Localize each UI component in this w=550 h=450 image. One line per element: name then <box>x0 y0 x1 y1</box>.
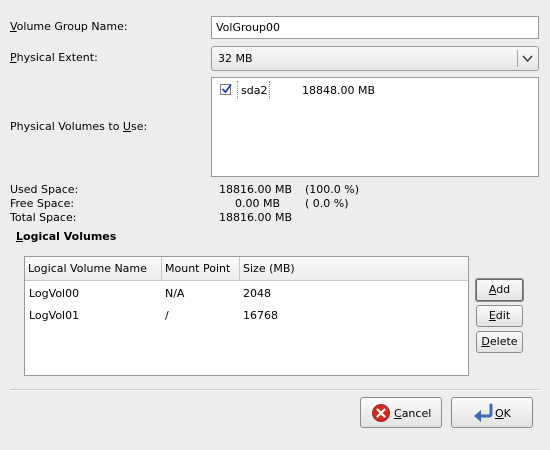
vg-name-label: Volume Group Name: <box>10 20 128 33</box>
chevron-down-icon <box>522 55 533 63</box>
used-space-pct: (100.0 %) <box>305 183 360 196</box>
ok-label: K <box>503 407 511 420</box>
edit-button[interactable]: Edit <box>476 305 523 327</box>
cancel-label: ancel <box>401 407 432 420</box>
pv-device: sda2 <box>241 84 268 97</box>
lv-table[interactable]: Logical Volume Name Mount Point Size (MB… <box>24 256 469 376</box>
pe-dropdown[interactable]: 32 MB <box>211 46 539 71</box>
lv-mount: / <box>165 309 169 322</box>
used-space-label: Used Space: <box>10 183 79 196</box>
add-button[interactable]: Add <box>475 278 524 302</box>
separator <box>10 389 539 391</box>
free-space-value: 0.00 MB <box>235 197 281 210</box>
lv-name: LogVol00 <box>29 287 80 300</box>
checkmark-icon <box>221 83 232 94</box>
lv-col-name-header[interactable]: Logical Volume Name <box>25 257 162 281</box>
lv-mount: N/A <box>165 287 185 300</box>
table-row[interactable]: LogVol01 / 16768 <box>25 305 468 327</box>
lv-size: 16768 <box>243 309 278 322</box>
cancel-icon <box>372 404 390 422</box>
delete-button[interactable]: Delete <box>476 331 523 353</box>
cancel-button[interactable]: Cancel <box>360 397 442 428</box>
vg-name-input[interactable]: VolGroup00 <box>211 16 539 39</box>
pv-label: Physical Volumes to Use: <box>10 120 148 133</box>
table-row[interactable]: LogVol00 N/A 2048 <box>25 283 468 305</box>
pv-list[interactable]: sda2 18848.00 MB <box>211 77 539 177</box>
total-space-value: 18816.00 MB <box>219 211 293 224</box>
pv-size: 18848.00 MB <box>302 84 376 97</box>
ok-button[interactable]: OK <box>451 397 533 428</box>
free-space-pct: ( 0.0 %) <box>305 197 349 210</box>
used-space-value: 18816.00 MB <box>219 183 293 196</box>
pe-label: Physical Extent: <box>10 51 98 64</box>
pe-value: 32 MB <box>218 52 253 65</box>
lv-name: LogVol01 <box>29 309 80 322</box>
total-space-label: Total Space: <box>10 211 77 224</box>
lv-section-title: Logical Volumes <box>16 230 117 243</box>
lv-col-mount-header[interactable]: Mount Point <box>162 257 240 281</box>
enter-arrow-icon <box>474 403 493 422</box>
pv-row[interactable]: sda2 18848.00 MB <box>212 81 538 99</box>
lv-size: 2048 <box>243 287 271 300</box>
free-space-label: Free Space: <box>10 197 75 210</box>
lv-col-size-header[interactable]: Size (MB) <box>240 257 468 281</box>
pv-checkbox[interactable] <box>220 83 232 95</box>
vg-name-value: VolGroup00 <box>216 21 280 34</box>
